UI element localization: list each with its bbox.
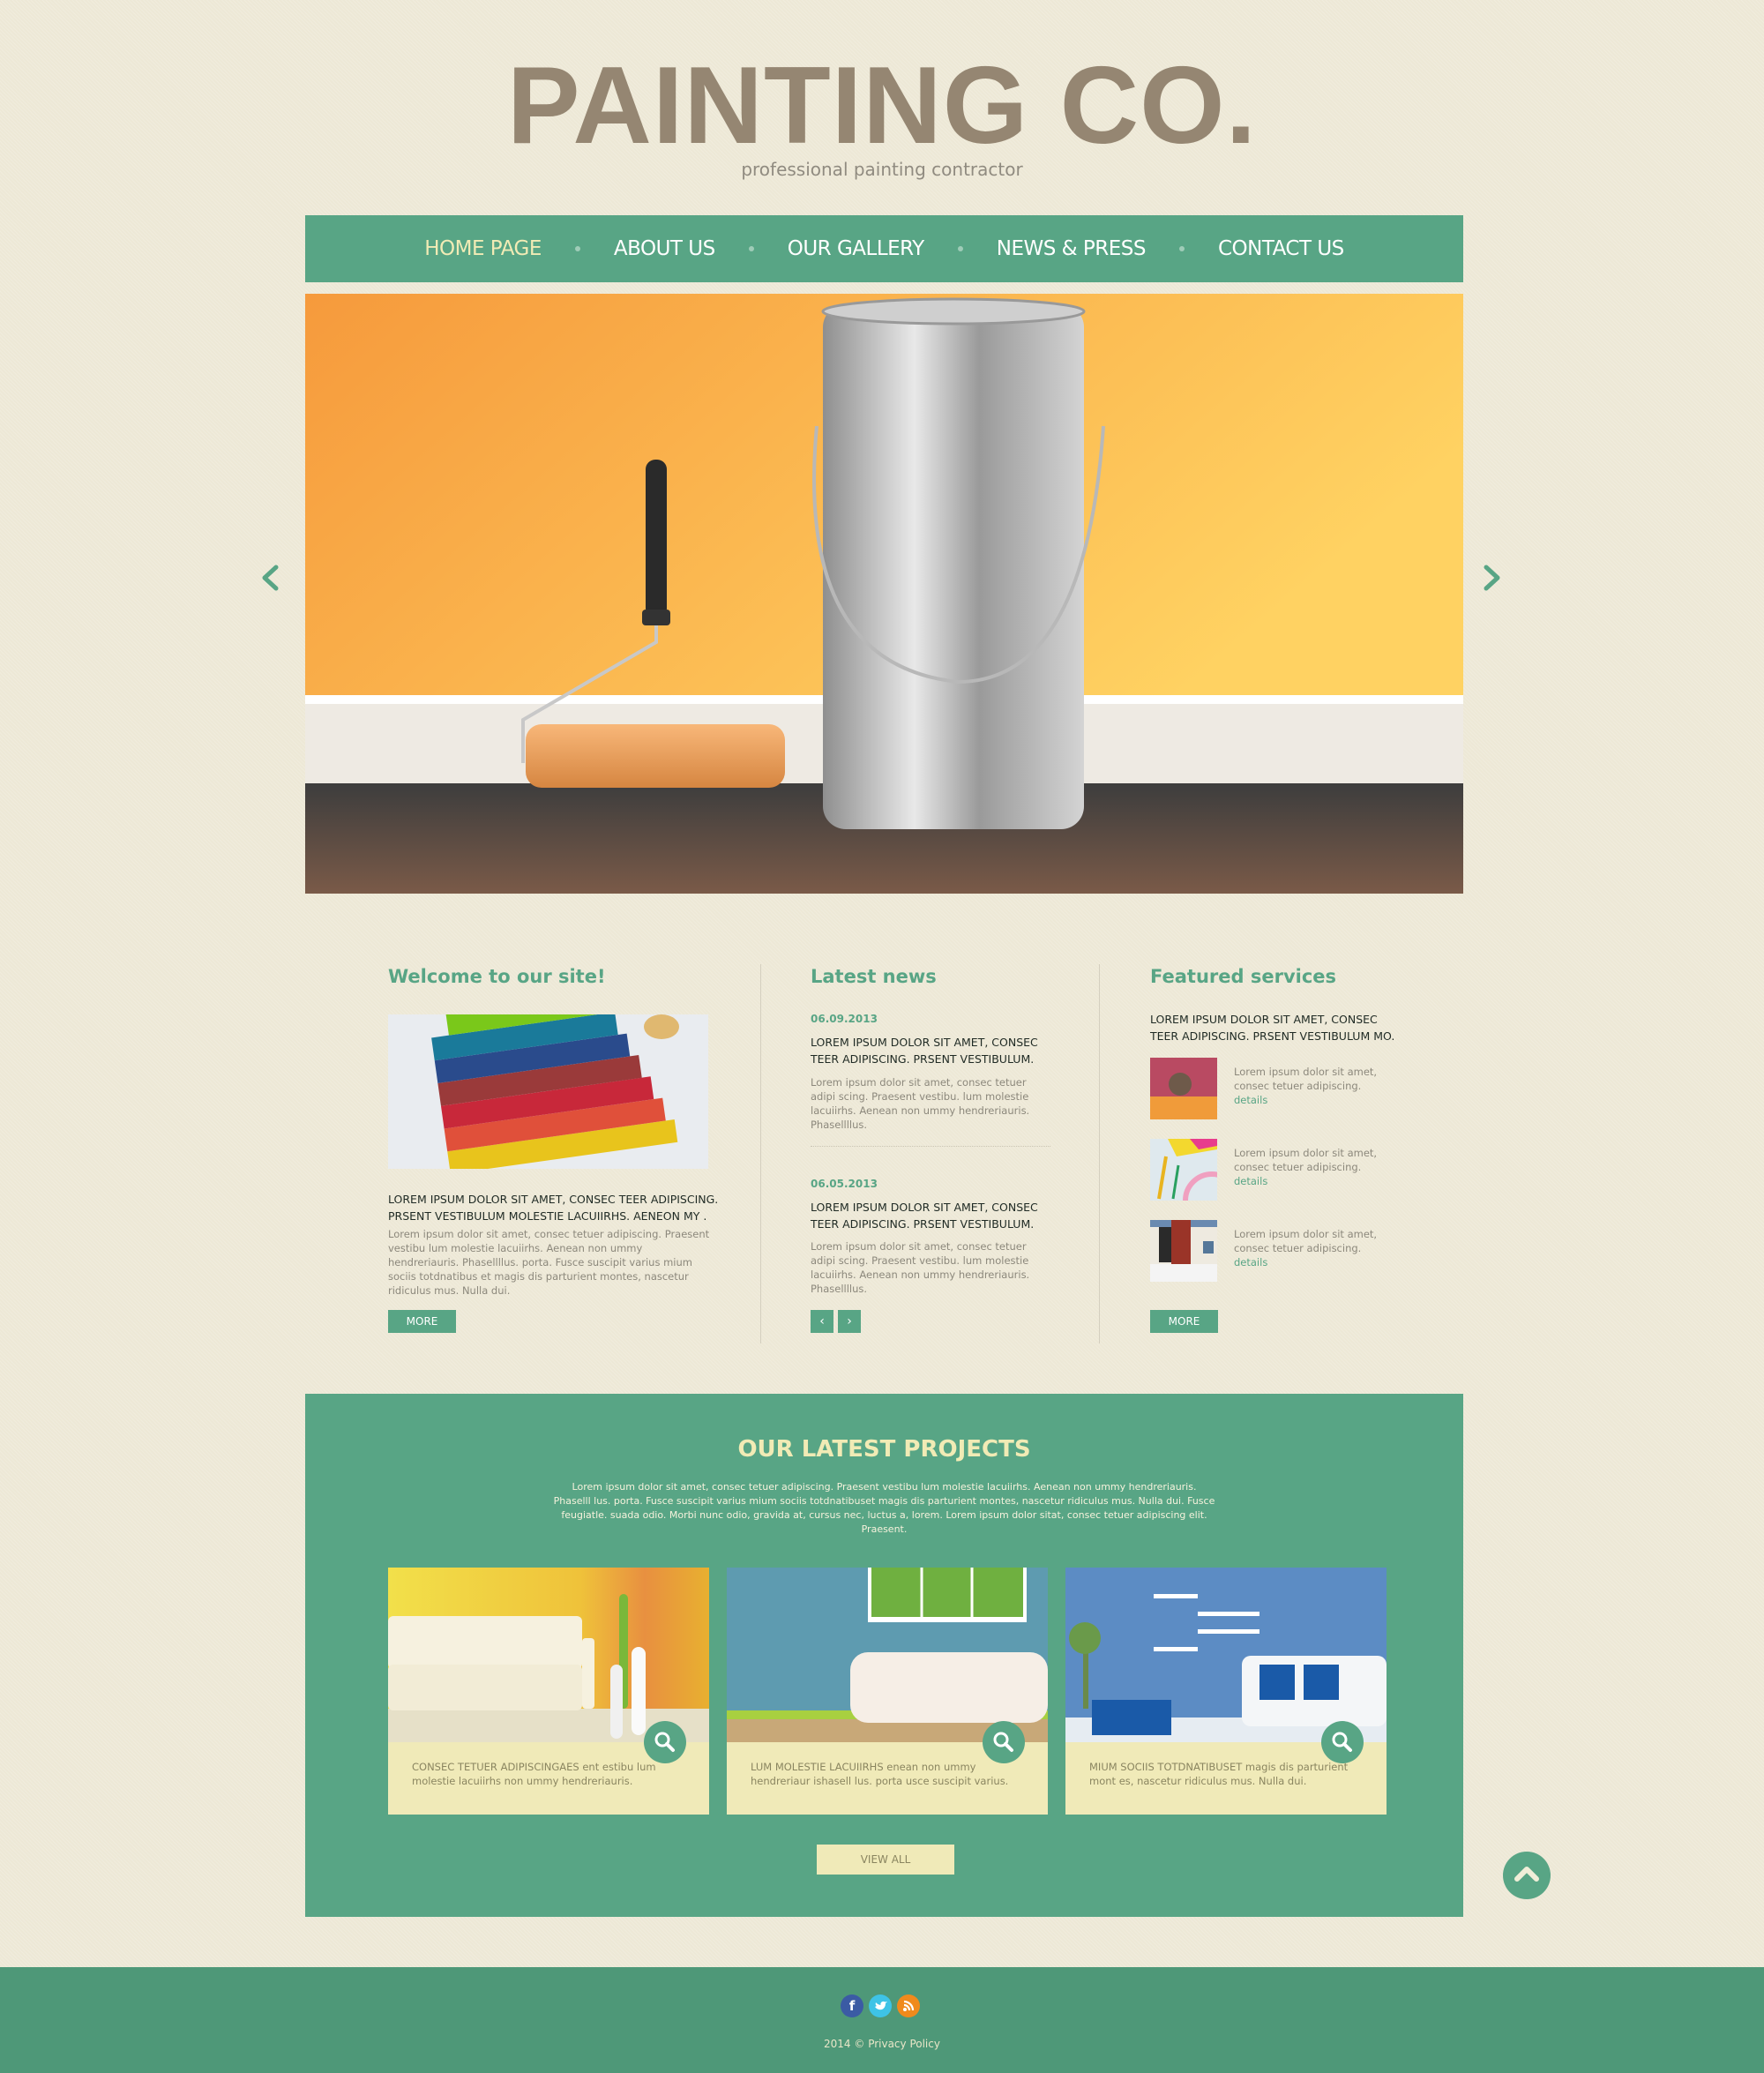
caption-caps: MIUM SOCIIS TOTDNATIBUSET xyxy=(1089,1761,1243,1773)
news-prev-button[interactable]: ‹ xyxy=(811,1310,833,1333)
service-text: Lorem ipsum dolor sit amet, consec tetue… xyxy=(1234,1146,1384,1188)
magnifier-icon xyxy=(1332,1732,1352,1752)
yellow-room-image xyxy=(388,1568,709,1742)
slider-next-button[interactable] xyxy=(1482,558,1503,600)
project-image xyxy=(727,1568,1048,1742)
brushes-image xyxy=(1150,1139,1217,1201)
magnifier-icon xyxy=(993,1732,1013,1752)
news-date: 06.09.2013 xyxy=(811,1013,878,1025)
nav-separator xyxy=(748,246,754,251)
social-links: f xyxy=(841,1994,920,2017)
caption-caps: CONSEC TETUER ADIPISCINGAES xyxy=(412,1761,579,1773)
news-separator xyxy=(811,1146,1050,1147)
project-caption: MIUM SOCIIS TOTDNATIBUSET magis dis part… xyxy=(1089,1760,1372,1788)
nav-separator xyxy=(957,246,963,251)
painter-image xyxy=(1150,1058,1217,1119)
nav-gallery[interactable]: OUR GALLERY xyxy=(788,237,925,260)
project-card[interactable]: CONSEC TETUER ADIPISCINGAES ent estibu l… xyxy=(388,1568,709,1815)
service-text: Lorem ipsum dolor sit amet, consec tetue… xyxy=(1234,1065,1384,1107)
site-tagline: professional painting contractor xyxy=(741,159,1023,180)
privacy-policy-link[interactable]: Privacy Policy xyxy=(868,2038,940,2050)
services-headline: LOREM IPSUM DOLOR SIT AMET, CONSEC TEER … xyxy=(1150,1013,1395,1043)
column-divider xyxy=(760,964,761,1343)
back-to-top-button[interactable] xyxy=(1503,1852,1551,1899)
service-details-link[interactable]: details xyxy=(1234,1256,1267,1268)
zoom-button[interactable] xyxy=(644,1721,686,1763)
service-thumbnail[interactable] xyxy=(1150,1220,1217,1282)
project-image xyxy=(388,1568,709,1742)
color-swatches-image xyxy=(388,1014,708,1169)
chevron-right-icon: › xyxy=(847,1314,852,1328)
welcome-title: Welcome to our site! xyxy=(388,966,606,987)
service-description: Lorem ipsum dolor sit amet, consec tetue… xyxy=(1234,1147,1378,1173)
welcome-more-button[interactable]: MORE xyxy=(388,1310,456,1333)
service-description: Lorem ipsum dolor sit amet, consec tetue… xyxy=(1234,1066,1378,1092)
news-headline[interactable]: LOREM IPSUM DOLOR SIT AMET, CONSEC TEER … xyxy=(811,1199,1058,1232)
rss-glyph xyxy=(903,2000,915,2011)
nav-contact[interactable]: CONTACT US xyxy=(1218,237,1344,260)
magnifier-icon xyxy=(654,1732,675,1752)
caption-caps: LUM MOLESTIE LACUIIRHS xyxy=(751,1761,884,1773)
slider-prev-button[interactable] xyxy=(259,558,280,600)
welcome-image xyxy=(388,1014,708,1169)
service-thumbnail[interactable] xyxy=(1150,1139,1217,1201)
service-text: Lorem ipsum dolor sit amet, consec tetue… xyxy=(1234,1227,1384,1269)
column-divider xyxy=(1099,964,1100,1343)
copyright: 2014 © Privacy Policy xyxy=(0,2038,1764,2050)
rss-icon[interactable] xyxy=(897,1994,920,2017)
service-details-link[interactable]: details xyxy=(1234,1175,1267,1187)
nav-news[interactable]: NEWS & PRESS xyxy=(997,237,1147,260)
project-card[interactable]: LUM MOLESTIE LACUIIRHS enean non ummy he… xyxy=(727,1568,1048,1815)
chevron-left-icon xyxy=(262,565,279,591)
twitter-bird-glyph xyxy=(875,2001,887,2010)
house-image xyxy=(1150,1220,1217,1282)
services-more-button[interactable]: MORE xyxy=(1150,1310,1218,1333)
service-thumbnail[interactable] xyxy=(1150,1058,1217,1119)
service-description: Lorem ipsum dolor sit amet, consec tetue… xyxy=(1234,1228,1378,1254)
footer: f 2014 © Privacy Policy xyxy=(0,1967,1764,2073)
twitter-icon[interactable] xyxy=(869,1994,892,2017)
welcome-body: Lorem ipsum dolor sit amet, consec tetue… xyxy=(388,1228,710,1297)
latest-projects-section: OUR LATEST PROJECTS Lorem ipsum dolor si… xyxy=(305,1394,1463,1917)
projects-description: Lorem ipsum dolor sit amet, consec tetue… xyxy=(553,1481,1215,1535)
chevron-right-icon xyxy=(1484,565,1500,591)
project-image xyxy=(1065,1568,1387,1742)
news-body: Lorem ipsum dolor sit amet, consec tetue… xyxy=(811,1240,1030,1295)
chevron-up-icon xyxy=(1514,1867,1539,1882)
nav-separator xyxy=(574,246,580,251)
copyright-text: 2014 © xyxy=(824,2038,869,2050)
nav-home[interactable]: HOME PAGE xyxy=(424,237,542,260)
services-title: Featured services xyxy=(1150,966,1337,987)
main-nav: HOME PAGE ABOUT US OUR GALLERY NEWS & PR… xyxy=(305,215,1463,282)
service-details-link[interactable]: details xyxy=(1234,1094,1267,1106)
project-card[interactable]: MIUM SOCIIS TOTDNATIBUSET magis dis part… xyxy=(1065,1568,1387,1815)
chevron-left-icon: ‹ xyxy=(819,1314,825,1328)
zoom-button[interactable] xyxy=(983,1721,1025,1763)
news-title: Latest news xyxy=(811,966,937,987)
news-next-button[interactable]: › xyxy=(838,1310,861,1333)
welcome-headline: LOREM IPSUM DOLOR SIT AMET, CONSEC TEER … xyxy=(388,1193,719,1223)
zoom-button[interactable] xyxy=(1321,1721,1364,1763)
nav-separator xyxy=(1178,246,1185,251)
news-body: Lorem ipsum dolor sit amet, consec tetue… xyxy=(811,1076,1030,1131)
blue-lounge-image xyxy=(1065,1568,1387,1742)
hero-slider xyxy=(305,294,1463,894)
site-logo[interactable]: PAINTING CO. xyxy=(0,51,1764,161)
view-all-button[interactable]: VIEW ALL xyxy=(817,1845,954,1875)
projects-title: OUR LATEST PROJECTS xyxy=(737,1436,1031,1463)
nav-about[interactable]: ABOUT US xyxy=(614,237,715,260)
project-caption: CONSEC TETUER ADIPISCINGAES ent estibu l… xyxy=(412,1760,694,1788)
project-caption: LUM MOLESTIE LACUIIRHS enean non ummy he… xyxy=(751,1760,1033,1788)
blue-room-image xyxy=(727,1568,1048,1742)
hero-image xyxy=(305,294,1463,894)
facebook-icon[interactable]: f xyxy=(841,1994,863,2017)
news-date: 06.05.2013 xyxy=(811,1178,878,1190)
news-headline[interactable]: LOREM IPSUM DOLOR SIT AMET, CONSEC TEER … xyxy=(811,1034,1058,1067)
